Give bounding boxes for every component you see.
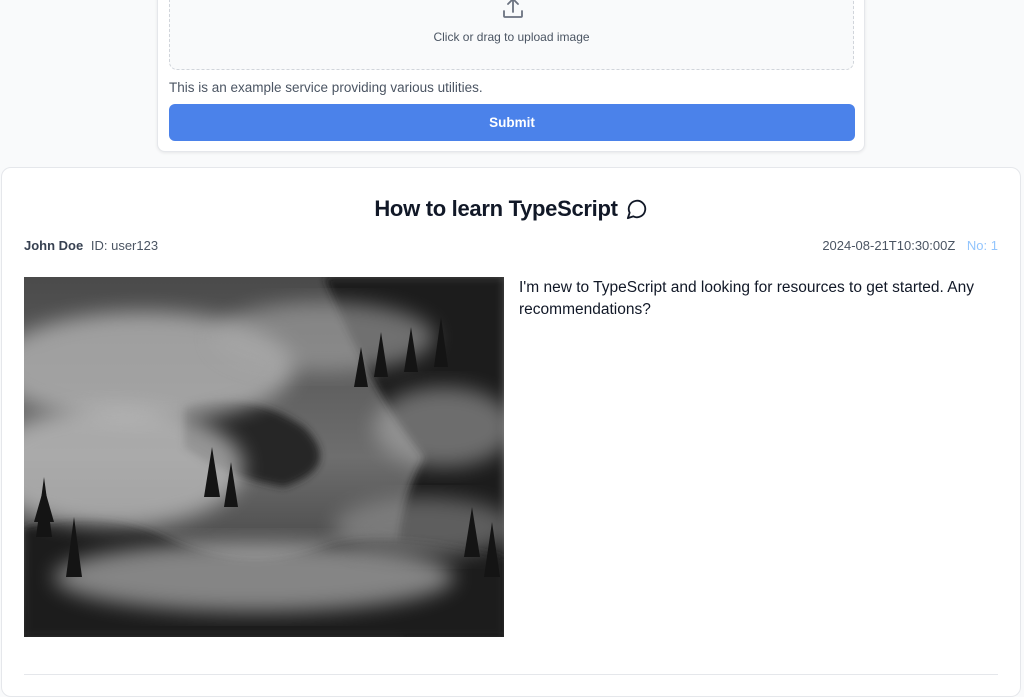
upload-icon xyxy=(503,0,523,18)
author-id: ID: user123 xyxy=(90,238,159,253)
post-header: How to learn TypeScript xyxy=(2,196,1020,222)
post-meta: John Doe ID: user123 2024-08-21T10:30:00… xyxy=(24,238,998,253)
author-name[interactable]: John Doe xyxy=(24,238,83,253)
image-upload-dropzone[interactable]: Click or drag to upload image xyxy=(169,0,854,70)
post-timestamp: 2024-08-21T10:30:00Z xyxy=(822,238,956,253)
upload-form-card: Click or drag to upload image This is an… xyxy=(157,0,865,152)
post-number[interactable]: No: 1 xyxy=(967,238,998,253)
comment-icon[interactable] xyxy=(626,198,648,220)
post-card: How to learn TypeScript John Doe ID: use… xyxy=(1,167,1021,697)
post-divider xyxy=(24,674,998,675)
post-body: I'm new to TypeScript and looking for re… xyxy=(519,279,974,318)
submit-button[interactable]: Submit xyxy=(169,104,855,141)
upload-instructions: Click or drag to upload image xyxy=(433,30,590,44)
post-image[interactable] xyxy=(24,277,504,637)
foggy-forest-photo xyxy=(24,277,504,637)
post-info: 2024-08-21T10:30:00Z No: 1 xyxy=(822,238,998,253)
post-title: How to learn TypeScript xyxy=(374,196,618,221)
author-info: John Doe ID: user123 xyxy=(24,238,158,253)
service-description: This is an example service providing var… xyxy=(169,80,483,95)
